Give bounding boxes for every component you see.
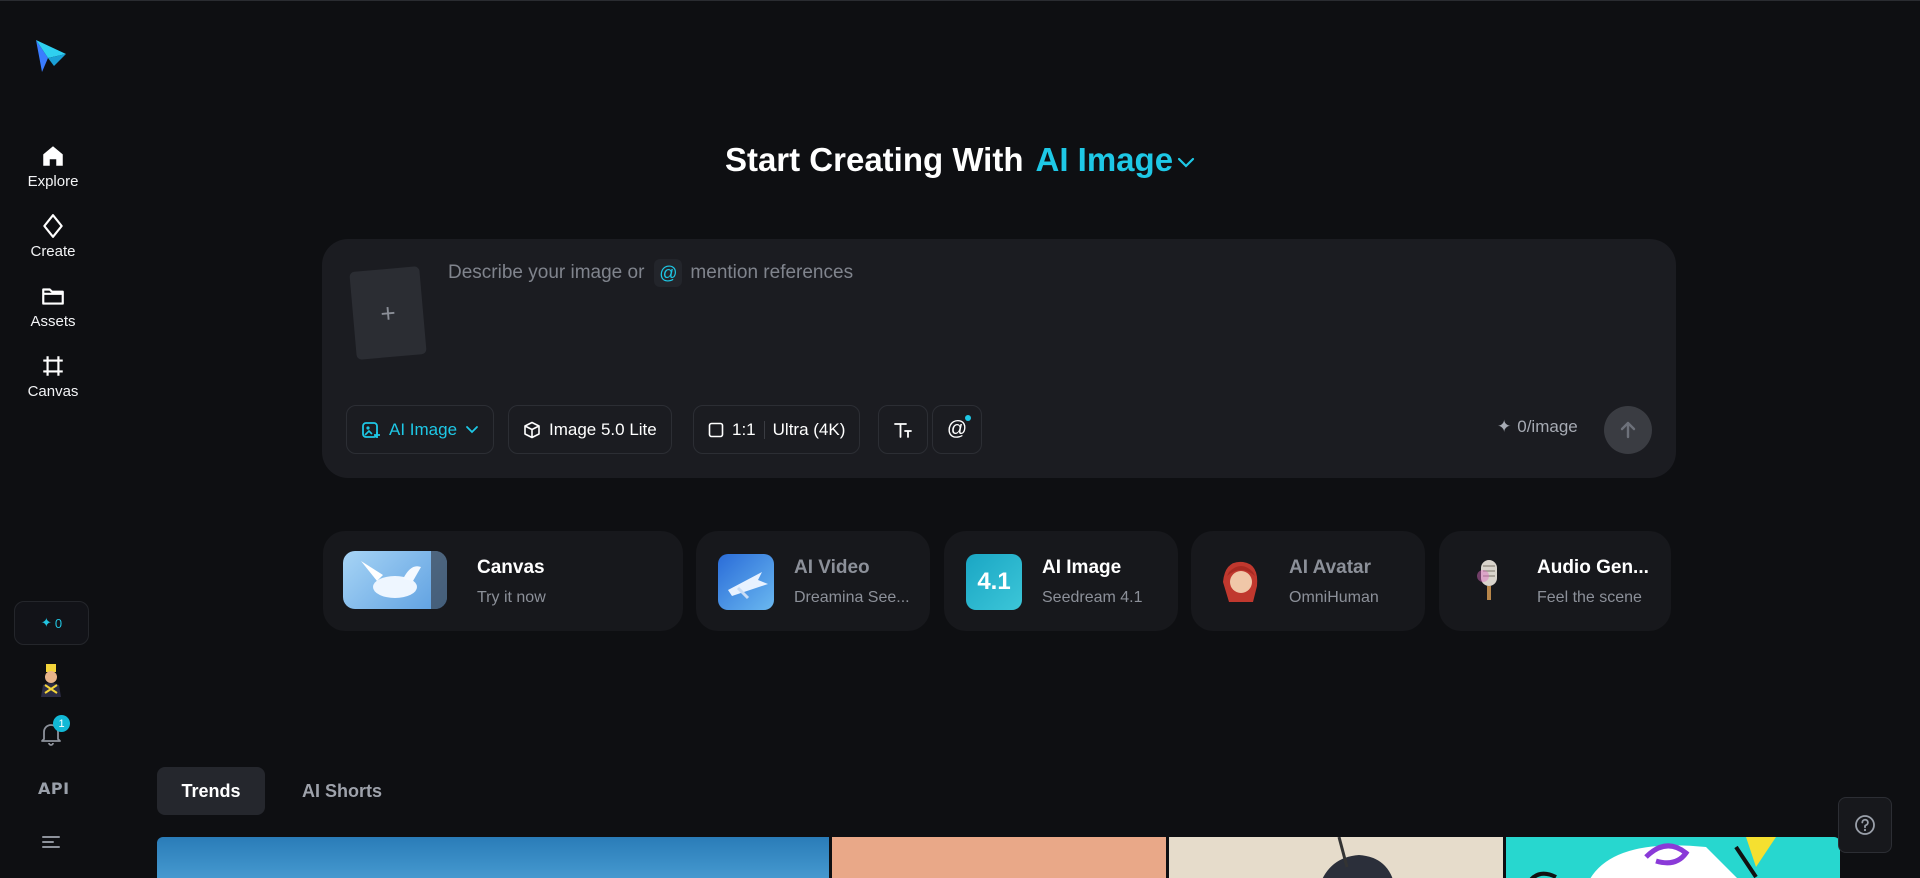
feature-subtitle: Seedream 4.1 (1042, 589, 1143, 606)
feature-title: AI Avatar (1289, 557, 1372, 578)
ratio-quality-selector[interactable]: 1:1 Ultra (4K) (693, 405, 861, 454)
diamond-icon (43, 214, 63, 238)
arrow-up-icon (1620, 421, 1636, 439)
mode-dropdown-label: AI Image (389, 419, 458, 439)
notification-badge: 1 (53, 715, 70, 732)
sidebar-item-label: Assets (30, 313, 76, 330)
feature-subtitle: Try it now (477, 589, 546, 606)
feature-card-ai-avatar[interactable]: AI Avatar OmniHuman (1191, 531, 1425, 631)
prompt-placeholder-end: mention references (690, 262, 854, 283)
cost-indicator: ✦ 0/image (1497, 417, 1578, 437)
prompt-placeholder-start: Describe your image or (448, 262, 645, 283)
credits-button[interactable]: ✦ 0 (14, 601, 89, 645)
feature-title: Audio Gen... (1537, 557, 1649, 578)
avatar[interactable] (37, 663, 65, 697)
mention-chip: @ (654, 259, 683, 287)
model-badge: 4.1 (977, 568, 1011, 595)
question-icon (1855, 815, 1875, 835)
sidebar-item-canvas[interactable]: Canvas (0, 353, 106, 413)
feature-subtitle: Feel the scene (1537, 589, 1642, 606)
feature-card-ai-image[interactable]: 4.1 AI Image Seedream 4.1 (944, 531, 1178, 631)
sidebar-item-label: Canvas (27, 383, 79, 400)
gallery-item[interactable] (1506, 837, 1840, 878)
gallery-item[interactable] (157, 837, 829, 878)
ratio-label: 1:1 (732, 419, 756, 439)
chevron-down-icon (466, 425, 478, 433)
upload-reference-button[interactable]: + (349, 266, 427, 360)
frame-icon (43, 356, 63, 376)
sidebar: Explore Create Assets Canvas ✦ 0 1 API (0, 1, 106, 878)
model-selector[interactable]: Image 5.0 Lite (508, 405, 672, 454)
indicator-dot (965, 415, 971, 421)
sparkle-icon: ✦ (1497, 417, 1512, 436)
sidebar-item-assets[interactable]: Assets (0, 283, 106, 343)
tab-trends[interactable]: Trends (157, 767, 265, 815)
text-style-button[interactable] (878, 405, 928, 454)
tab-ai-shorts[interactable]: AI Shorts (284, 767, 400, 815)
help-button[interactable] (1838, 797, 1892, 853)
square-icon (708, 422, 724, 437)
text-icon (894, 422, 912, 438)
sparkle-icon: ✦ (40, 615, 52, 630)
gallery-item[interactable] (832, 837, 1166, 878)
mention-button[interactable]: @ (932, 405, 982, 454)
image-add-icon (362, 421, 380, 438)
avatar-thumbnail (1213, 554, 1269, 610)
quality-label: Ultra (4K) (772, 419, 846, 439)
divider (763, 420, 765, 439)
cube-icon (524, 421, 540, 438)
chevron-down-icon[interactable] (1177, 157, 1195, 169)
sidebar-item-label: Create (30, 243, 76, 260)
menu-icon[interactable] (41, 833, 61, 851)
prompt-input[interactable]: Describe your image or @ mention referen… (448, 259, 1628, 287)
canvas-thumbnail (343, 551, 447, 609)
feature-card-ai-video[interactable]: AI Video Dreamina See... (696, 531, 930, 631)
feature-title: AI Video (794, 557, 870, 578)
plus-icon: + (379, 296, 397, 329)
title-prefix: Start Creating With (724, 141, 1024, 178)
feature-title: Canvas (477, 557, 545, 578)
video-thumbnail (718, 554, 774, 610)
feature-card-canvas[interactable]: Canvas Try it now (323, 531, 683, 631)
mode-dropdown[interactable]: AI Image (346, 405, 495, 454)
mode-selector[interactable]: AI Image (1036, 141, 1174, 179)
feature-subtitle: OmniHuman (1289, 589, 1379, 606)
generate-button[interactable] (1604, 406, 1652, 454)
microphone-thumbnail (1461, 554, 1517, 610)
api-link[interactable]: API (38, 779, 70, 798)
model-label: Image 5.0 Lite (549, 419, 657, 439)
credits-value: 0 (54, 615, 63, 631)
feature-title: AI Image (1042, 557, 1122, 578)
feature-card-audio[interactable]: Audio Gen... Feel the scene (1439, 531, 1671, 631)
cost-label: 0/image (1517, 417, 1578, 436)
image-model-thumbnail: 4.1 (966, 554, 1022, 610)
paper-plane-logo-icon[interactable] (34, 38, 68, 74)
at-icon: @ (946, 418, 968, 440)
sidebar-item-create[interactable]: Create (0, 213, 106, 273)
feature-subtitle: Dreamina See... (794, 589, 910, 606)
gallery-item[interactable] (1169, 837, 1503, 878)
page-title: Start Creating With AI Image (0, 141, 1920, 179)
folder-icon (42, 288, 64, 305)
